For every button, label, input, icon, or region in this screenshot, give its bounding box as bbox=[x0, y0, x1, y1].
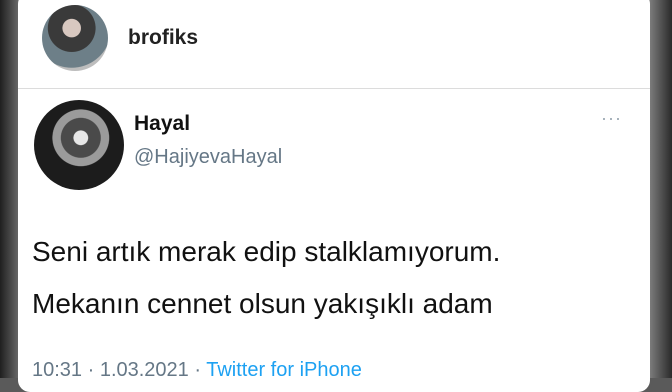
tweet-author-name[interactable]: Hayal bbox=[134, 112, 190, 136]
post-username[interactable]: brofiks bbox=[128, 26, 198, 50]
tweet-author-avatar[interactable] bbox=[34, 100, 124, 190]
tweet-card: Hayal @HajiyevaHayal ··· Seni artık mera… bbox=[18, 88, 650, 388]
tweet-text-line-1: Seni artık merak edip stalklamıyorum. bbox=[32, 236, 501, 267]
post-header: brofiks bbox=[18, 0, 650, 89]
more-options-icon[interactable]: ··· bbox=[601, 108, 622, 129]
profile-avatar[interactable] bbox=[42, 5, 108, 71]
tweet-meta: 10:31 · 1.03.2021 · Twitter for iPhone bbox=[32, 359, 362, 382]
tweet-author-handle[interactable]: @HajiyevaHayal bbox=[134, 146, 282, 169]
background-left bbox=[0, 0, 20, 378]
tweet-text-line-2: Mekanın cennet olsun yakışıklı adam bbox=[32, 288, 493, 319]
tweet-text: Seni artık merak edip stalklamıyorum. Me… bbox=[32, 226, 632, 330]
